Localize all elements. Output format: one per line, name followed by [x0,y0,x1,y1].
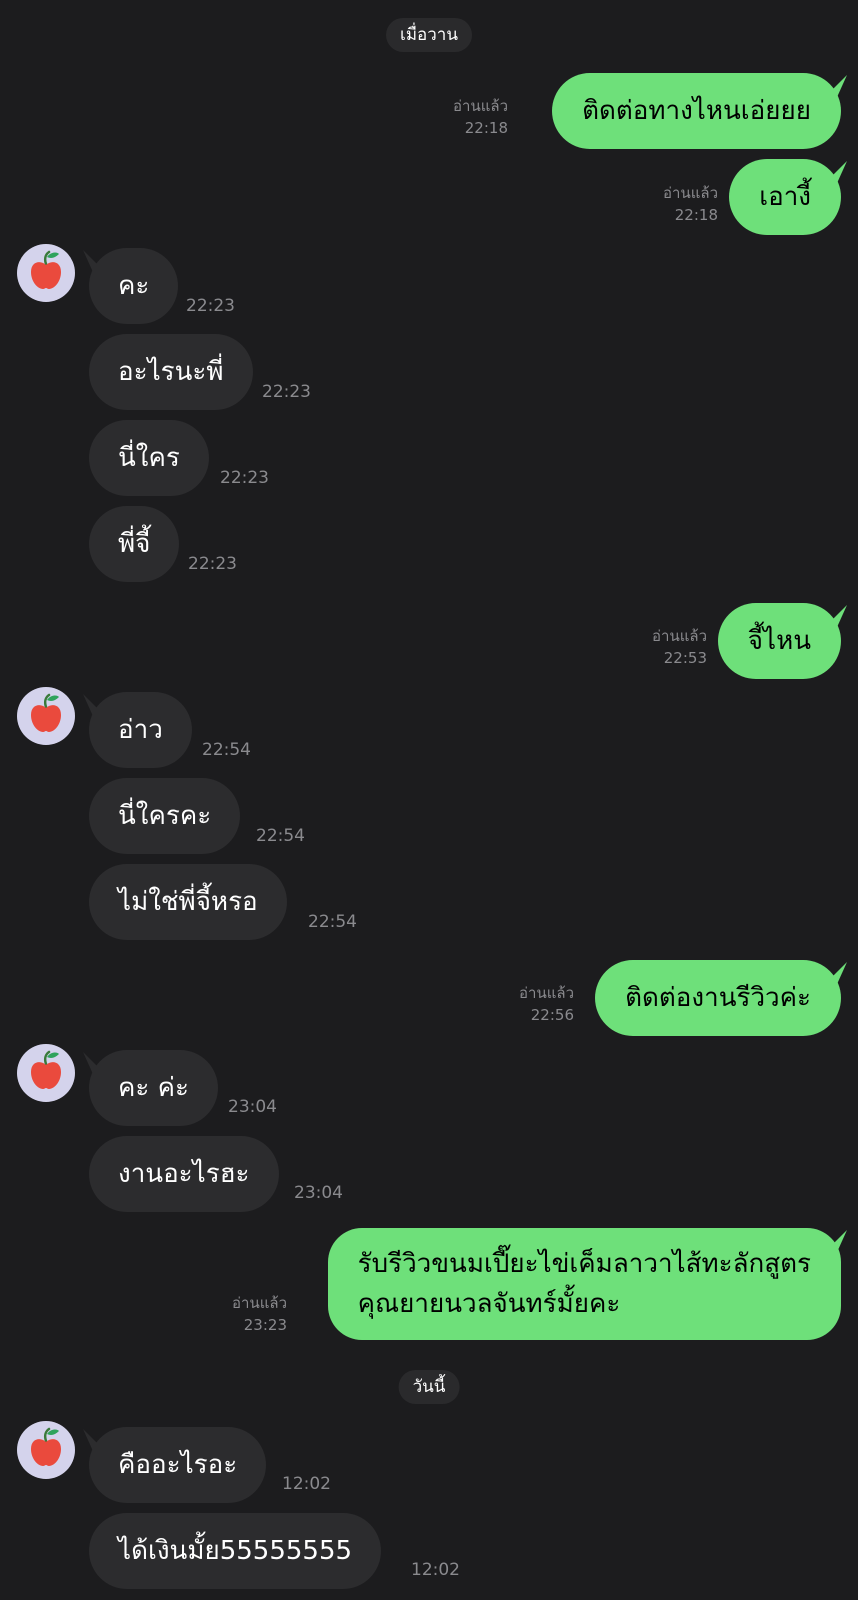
outgoing-message-bubble[interactable]: ติดต่อทางไหนเอ่ยยย [552,73,847,149]
message-text: ติดต่องานรีวิวค่ะ [625,983,811,1013]
message-text: พี่จี้ [118,529,151,559]
contact-avatar[interactable] [17,1421,75,1479]
apple-icon [31,693,61,732]
bubble-tail [825,161,847,183]
message-time: 22:54 [202,740,251,760]
incoming-message-bubble[interactable]: พี่จี้ [89,506,180,582]
message-text-line: คุณยายนวลจันทร์มั้ยคะ [357,1289,621,1319]
read-status: อ่านแล้ว [232,1294,287,1312]
incoming-message-bubble[interactable]: นี่ใครคะ [89,778,241,854]
message-text: ได้เงินมั้ย55555555 [118,1536,353,1566]
read-status: อ่านแล้ว [519,984,574,1002]
bubble-tail [825,962,847,984]
incoming-message-bubble[interactable]: คะ ค่ะ [83,1050,218,1126]
contact-avatar[interactable] [17,1044,75,1102]
message-text: งานอะไรฮะ [118,1159,250,1189]
bubble-tail [83,250,105,272]
message-text: อ่าว [118,715,163,745]
message-time: 22:23 [220,468,269,488]
outgoing-message-bubble[interactable]: ติดต่องานรีวิวค่ะ [595,960,847,1036]
message-time: 22:23 [186,296,235,316]
message-time: 23:04 [294,1183,343,1203]
message-meta: อ่านแล้ว 22:53 [652,625,707,669]
message-text: ไม่ใช่พี่จี้หรอ [118,887,258,917]
message-time: 22:54 [308,912,357,932]
message-text-line: รับรีวิวขนมเปี๊ยะไข่เค็มลาวาไส้ทะลักสูตร [357,1249,811,1279]
incoming-message-bubble[interactable]: คืออะไรอะ [83,1427,267,1503]
message-text: ติดต่อทางไหนเอ่ยยย [582,96,811,126]
message-time: 23:23 [243,1316,287,1334]
incoming-message-bubble[interactable]: งานอะไรฮะ [89,1136,279,1212]
read-status: อ่านแล้ว [652,627,707,645]
message-meta: อ่านแล้ว 23:23 [232,1292,287,1336]
read-status: อ่านแล้ว [663,184,718,202]
bubble-tail [825,1230,847,1252]
outgoing-message-bubble[interactable]: รับรีวิวขนมเปี๊ยะไข่เค็มลาวาไส้ทะลักสูตร… [327,1228,847,1340]
message-time: 22:23 [262,382,311,402]
message-text: อะไรนะพี่ [118,357,224,387]
incoming-message-bubble[interactable]: ได้เงินมั้ย55555555 [89,1513,382,1589]
contact-avatar[interactable] [17,244,75,302]
message-text: นี่ใครคะ [118,801,212,831]
bubble-tail [825,605,847,627]
message-time: 12:02 [411,1560,460,1580]
message-time: 12:02 [282,1474,331,1494]
incoming-message-bubble[interactable]: นี่ใคร [89,420,209,496]
message-meta: อ่านแล้ว 22:18 [663,182,718,226]
message-meta: อ่านแล้ว 22:18 [453,95,508,139]
incoming-message-bubble[interactable]: คะ [83,248,179,324]
message-text: คืออะไรอะ [118,1450,238,1480]
outgoing-message-bubble[interactable]: เอางี้ [729,159,847,235]
incoming-message-bubble[interactable]: อ่าว [83,692,192,768]
bubble-tail [83,694,105,716]
bubble-tail [83,1052,105,1074]
read-status: อ่านแล้ว [453,97,508,115]
message-time: 23:04 [228,1097,277,1117]
message-text: เอางี้ [759,182,811,212]
incoming-message-bubble[interactable]: ไม่ใช่พี่จี้หรอ [89,864,287,940]
apple-icon [31,1427,61,1466]
message-time: 22:23 [188,554,237,574]
apple-icon [31,250,61,289]
date-separator-today: วันนี้ [398,1370,460,1404]
bubble-tail [825,75,847,97]
message-meta: อ่านแล้ว 22:56 [519,982,574,1026]
bubble-tail [83,1429,105,1451]
message-time: 22:56 [530,1006,574,1024]
message-text: คะ ค่ะ [118,1073,189,1103]
incoming-message-bubble[interactable]: อะไรนะพี่ [89,334,253,410]
message-time: 22:18 [674,206,718,224]
message-time: 22:54 [256,826,305,846]
message-time: 22:18 [464,119,508,137]
contact-avatar[interactable] [17,687,75,745]
message-text: นี่ใคร [118,443,180,473]
apple-icon [31,1050,61,1089]
date-separator-yesterday: เมื่อวาน [386,18,472,52]
outgoing-message-bubble[interactable]: จี้ไหน [717,603,847,679]
message-text: จี้ไหน [747,626,811,656]
message-text: คะ [118,271,150,301]
message-time: 22:53 [663,649,707,667]
